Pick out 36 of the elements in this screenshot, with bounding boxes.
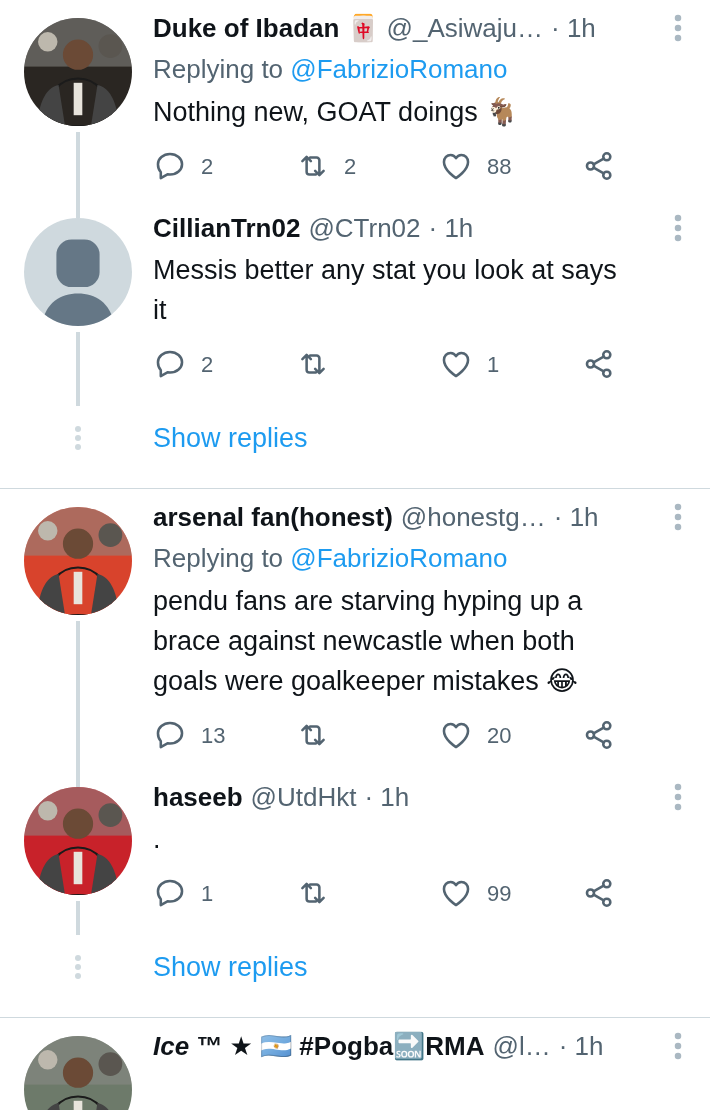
like-count: 1 (487, 350, 500, 379)
like-count: 99 (487, 879, 512, 908)
tweet-text: pendu fans are starving hyping up a brace against newcastle when both goals were goalkeeper mistakes 😂 (153, 585, 584, 698)
tweet-text: . (153, 823, 162, 856)
timestamp: · 1h (551, 11, 596, 45)
user-handle: @CTrn02 (308, 211, 421, 245)
user-name: CillianTrn02 (153, 211, 301, 245)
timestamp: · 1h (428, 211, 474, 245)
tweet-text: Messis better any stat you look at says it (153, 254, 618, 327)
user-handle: @UtdHkt (250, 780, 357, 814)
user-handle: @_Asiwaju… (386, 11, 544, 45)
user-name: Ice ™ ★ 🇦🇷 #Pogba🔜RMA (153, 1029, 485, 1063)
replying-to-text: Replying to @FabrizioRomano (153, 542, 509, 575)
show-replies-link[interactable]: Show replies (153, 417, 308, 459)
reply-count: 1 (201, 879, 214, 908)
timestamp: · 1h (553, 500, 599, 534)
show-replies-link[interactable]: Show replies (153, 946, 308, 988)
user-handle: @l… (492, 1029, 551, 1063)
user-handle: @honestg… (400, 500, 546, 534)
reply-count: 2 (201, 350, 214, 379)
thread-dots-icon (74, 425, 82, 451)
reply-count: 2 (201, 152, 214, 181)
reply-count: 13 (201, 721, 226, 750)
user-name: arsenal fan(honest) (153, 500, 393, 534)
tweet-text: Nothing new, GOAT doings 🐐 (153, 96, 521, 129)
thread-dots-icon (74, 954, 82, 980)
like-count: 20 (487, 721, 512, 750)
user-name: haseeb (153, 780, 243, 814)
mention-link[interactable]: @FabrizioRomano (290, 54, 508, 84)
user-name: Duke of Ibadan 🀄 (153, 11, 379, 45)
retweet-count: 2 (344, 152, 357, 181)
timestamp: · 1h (558, 1029, 604, 1063)
like-count: 88 (487, 152, 512, 181)
timestamp: · 1h (364, 780, 410, 814)
replying-to-text: Replying to @FabrizioRomano (153, 53, 509, 86)
mention-link[interactable]: @FabrizioRomano (290, 543, 508, 573)
